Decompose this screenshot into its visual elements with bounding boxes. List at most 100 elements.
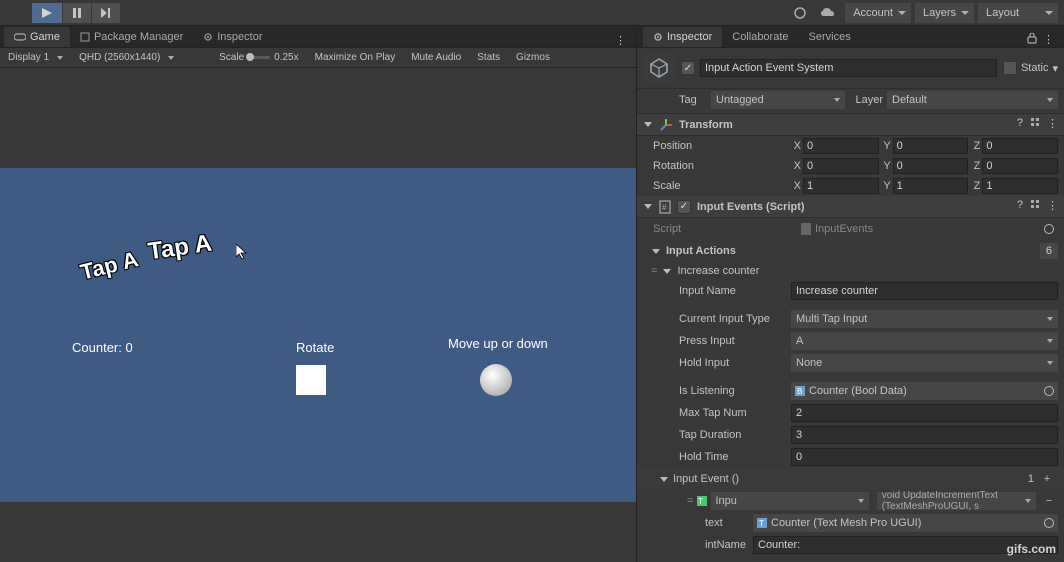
foldout-icon[interactable] [662, 269, 672, 274]
component-enabled-checkbox[interactable] [677, 200, 691, 214]
cloud-button[interactable] [815, 3, 841, 23]
inspector-icon [653, 32, 663, 42]
maximize-toggle[interactable]: Maximize On Play [307, 52, 404, 63]
tab-inspector[interactable]: Inspector [643, 27, 722, 47]
display-label: Display 1 [8, 52, 49, 63]
scale-label: Scale [653, 180, 789, 192]
scale-slider[interactable] [248, 56, 270, 59]
play-icon [42, 8, 52, 18]
gameobject-header: Input Action Event System Static ▾ [637, 48, 1064, 89]
event-text-field[interactable]: TCounter (Text Mesh Pro UGUI) [753, 514, 1058, 532]
is-listening-field[interactable]: BCounter (Bool Data) [791, 382, 1058, 400]
tap-duration-field[interactable]: 3 [791, 426, 1058, 444]
watermark: gifs.com [1007, 542, 1056, 556]
inspector-icon [203, 32, 213, 42]
static-label: Static [1021, 62, 1049, 74]
input-actions-header[interactable]: Input Actions 6 [637, 240, 1064, 262]
pos-x[interactable]: 0 [803, 138, 879, 154]
method-dropdown[interactable]: void UpdateIncrementText (TextMeshProUGU… [877, 492, 1036, 510]
hold-input-label: Hold Input [679, 357, 787, 369]
static-checkbox[interactable] [1003, 61, 1017, 75]
drag-handle-icon[interactable]: = [651, 265, 657, 277]
input-event-header[interactable]: Input Event () 1 + [637, 468, 1064, 490]
tab-package-manager[interactable]: Package Manager [70, 27, 193, 47]
display-dropdown[interactable]: Display 1 [0, 52, 71, 63]
help-icon[interactable]: ? [1017, 117, 1023, 132]
gameobject-name-field[interactable]: Input Action Event System [700, 59, 997, 77]
lock-icon[interactable] [1027, 33, 1037, 47]
layers-dropdown[interactable]: Layers [915, 3, 974, 23]
tab-collaborate[interactable]: Collaborate [722, 27, 798, 47]
preset-icon[interactable] [1029, 199, 1041, 214]
menu-icon[interactable]: ⋮ [1047, 199, 1058, 214]
script-field[interactable]: InputEvents [797, 220, 1058, 238]
script-value: InputEvents [815, 223, 873, 235]
cube-object[interactable] [296, 365, 326, 395]
scale-x[interactable]: 1 [803, 178, 879, 194]
pos-z[interactable]: 0 [982, 138, 1058, 154]
actions-count[interactable]: 6 [1040, 243, 1058, 259]
layout-dropdown[interactable]: Layout [978, 3, 1058, 23]
tab-inspector-left[interactable]: Inspector [193, 27, 272, 47]
scale-y[interactable]: 1 [893, 178, 969, 194]
mute-toggle[interactable]: Mute Audio [403, 52, 469, 63]
input-name-field[interactable]: Increase counter [791, 282, 1058, 300]
rot-y[interactable]: 0 [893, 158, 969, 174]
object-picker-icon[interactable] [1044, 518, 1054, 528]
hold-time-label: Hold Time [679, 451, 787, 463]
foldout-icon[interactable] [643, 122, 653, 127]
press-input-dropdown[interactable]: A [791, 332, 1058, 350]
hold-input-dropdown[interactable]: None [791, 354, 1058, 372]
panel-menu-icon[interactable]: ⋮ [1043, 33, 1054, 47]
tab-services[interactable]: Services [799, 27, 861, 47]
rot-x[interactable]: 0 [803, 158, 879, 174]
layer-value: Default [892, 94, 927, 106]
stats-toggle[interactable]: Stats [469, 52, 508, 63]
gameobject-active-checkbox[interactable] [681, 61, 695, 75]
panel-menu-icon[interactable]: ⋮ [609, 34, 632, 47]
tag-dropdown[interactable]: Untagged [711, 91, 845, 109]
hold-time-field[interactable]: 0 [791, 448, 1058, 466]
step-button[interactable] [92, 3, 120, 23]
event-count: 1 [1028, 473, 1034, 485]
undo-history-icon[interactable] [787, 3, 813, 23]
scale-slider-thumb[interactable] [246, 53, 254, 61]
circle-arrow-icon [793, 6, 807, 20]
remove-event-button[interactable]: − [1040, 493, 1058, 509]
foldout-icon[interactable] [651, 249, 661, 254]
play-button[interactable] [32, 3, 62, 23]
scale-z[interactable]: 1 [982, 178, 1058, 194]
preset-icon[interactable] [1029, 117, 1041, 132]
help-icon[interactable]: ? [1017, 199, 1023, 214]
pause-button[interactable] [63, 3, 91, 23]
resolution-label: QHD (2560x1440) [79, 52, 160, 63]
foldout-icon[interactable] [659, 477, 669, 482]
foldout-icon[interactable] [643, 204, 653, 209]
drag-handle-icon[interactable]: = [687, 495, 693, 507]
tab-game-label: Game [30, 31, 60, 43]
max-tap-field[interactable]: 2 [791, 404, 1058, 422]
mute-label: Mute Audio [411, 52, 461, 63]
game-viewport: Tap A Tap A Counter: 0 Rotate Move up or… [0, 68, 636, 562]
input-events-header[interactable]: # Input Events (Script) ? ⋮ [637, 196, 1064, 218]
object-picker-icon[interactable] [1044, 224, 1054, 234]
sphere-object[interactable] [480, 364, 512, 396]
gizmos-toggle[interactable]: Gizmos [508, 52, 558, 63]
transform-header[interactable]: Transform ? ⋮ [637, 114, 1064, 136]
game-scene[interactable]: Tap A Tap A Counter: 0 Rotate Move up or… [0, 168, 636, 502]
runtime-dropdown[interactable]: Inpu [711, 492, 868, 510]
right-tab-bar: Inspector Collaborate Services ⋮ [637, 26, 1064, 48]
resolution-dropdown[interactable]: QHD (2560x1440) [71, 52, 211, 63]
object-picker-icon[interactable] [1044, 386, 1054, 396]
layer-dropdown[interactable]: Default [887, 91, 1058, 109]
rot-z[interactable]: 0 [982, 158, 1058, 174]
menu-icon[interactable]: ⋮ [1047, 117, 1058, 132]
action-0-header[interactable]: = Increase counter [637, 262, 1064, 280]
tab-game[interactable]: Game [4, 27, 70, 47]
gameobject-icon[interactable] [643, 52, 675, 84]
pos-y[interactable]: 0 [893, 138, 969, 154]
static-dropdown-icon[interactable]: ▾ [1052, 62, 1058, 75]
account-dropdown[interactable]: Account [845, 3, 911, 23]
add-event-button[interactable]: + [1038, 471, 1056, 487]
current-type-dropdown[interactable]: Multi Tap Input [791, 310, 1058, 328]
